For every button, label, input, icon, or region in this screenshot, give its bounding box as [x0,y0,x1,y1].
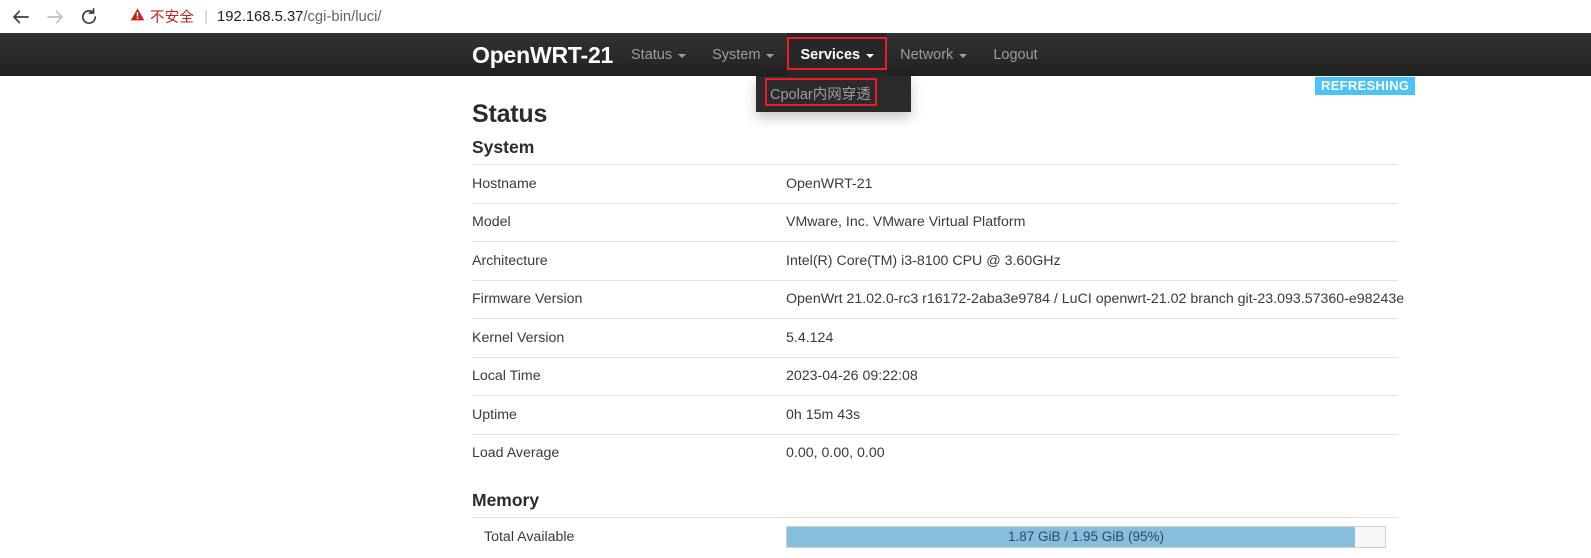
table-row: Total Available 1.87 GiB / 1.95 GiB (95%… [472,517,1398,556]
chevron-down-icon [678,53,687,58]
brand-title[interactable]: OpenWRT-21 [472,42,613,69]
menu-item-services-label: Services [800,46,861,63]
table-row: Model VMware, Inc. VMware Virtual Platfo… [472,202,1398,242]
browser-back-button[interactable] [4,0,38,33]
browser-reload-button[interactable] [72,0,106,33]
row-label: Load Average [472,433,786,472]
menu-item-network-label: Network [900,46,954,63]
dropdown-item-cpolar[interactable]: Cpolar内网穿透 [770,83,871,104]
table-row: Hostname OpenWRT-21 [472,164,1398,203]
omnibox-separator: | [204,8,209,25]
menu-item-logout[interactable]: Logout [980,33,1050,76]
menu-item-network[interactable]: Network [887,33,980,76]
browser-chrome: 不安全 | 192.168.5.37 /cgi-bin/luci/ [0,0,1591,33]
section-heading-system: System [472,137,535,157]
browser-forward-button[interactable] [38,0,72,33]
row-value: Intel(R) Core(TM) i3-8100 CPU @ 3.60GHz [786,241,1398,280]
memory-progress-bar: 1.87 GiB / 1.95 GiB (95%) [786,525,1386,548]
memory-progress-label: 1.87 GiB / 1.95 GiB (95%) [1007,529,1165,545]
row-value: 2023-04-26 09:22:08 [786,356,1398,396]
chevron-down-icon [959,53,968,58]
row-label: Model [472,202,786,242]
menu-item-logout-label: Logout [993,46,1038,63]
section-heading-memory: Memory [472,490,540,510]
row-label: Firmware Version [472,279,786,319]
url-host: 192.168.5.37 [217,8,304,25]
table-row: Kernel Version 5.4.124 [472,318,1398,357]
table-row: Load Average 0.00, 0.00, 0.00 [472,433,1398,472]
row-value: 1.87 GiB / 1.95 GiB (95%) [786,517,1398,556]
row-label: Uptime [472,395,786,434]
table-row: Uptime 0h 15m 43s [472,395,1398,434]
row-value: 0.00, 0.00, 0.00 [786,433,1398,472]
url-path: /cgi-bin/luci/ [303,8,382,25]
forward-arrow-icon [45,7,65,27]
chevron-down-icon [866,53,875,58]
table-row: Firmware Version OpenWrt 21.02.0-rc3 r16… [472,279,1404,319]
chevron-down-icon [766,53,775,58]
row-label: Local Time [472,356,786,396]
table-row: Local Time 2023-04-26 09:22:08 [472,356,1398,396]
table-row: Architecture Intel(R) Core(TM) i3-8100 C… [472,241,1398,280]
menu-item-status[interactable]: Status [618,33,699,76]
row-value: OpenWrt 21.02.0-rc3 r16172-2aba3e9784 / … [786,279,1404,319]
services-dropdown-menu: Cpolar内网穿透 [756,76,911,112]
row-value: 0h 15m 43s [786,395,1398,434]
reload-icon [79,7,99,27]
status-badge: REFRESHING [1315,77,1416,95]
row-label: Architecture [472,241,786,280]
row-label: Total Available [472,517,786,556]
security-status-label: 不安全 [150,10,195,26]
row-value: OpenWRT-21 [786,164,1398,203]
row-value: VMware, Inc. VMware Virtual Platform [786,202,1398,242]
row-label: Hostname [472,164,786,203]
menu-item-system[interactable]: System [699,33,787,76]
page-title: Status [472,100,548,128]
back-arrow-icon [11,7,31,27]
main-menu: Status System Services Network Logout [618,33,1051,76]
menu-item-status-label: Status [631,46,673,63]
system-status-table: Hostname OpenWRT-21 Model VMware, Inc. V… [472,164,1404,472]
row-label: Kernel Version [472,318,786,357]
menu-item-services[interactable]: Services [787,33,888,76]
memory-status-table: Total Available 1.87 GiB / 1.95 GiB (95%… [472,517,1398,556]
address-bar[interactable]: 不安全 | 192.168.5.37 /cgi-bin/luci/ [118,3,1591,30]
row-value: 5.4.124 [786,318,1398,357]
luci-navbar: OpenWRT-21 Status System Services Networ… [0,33,1591,95]
menu-item-system-label: System [712,46,761,63]
warning-triangle-icon[interactable] [130,7,145,27]
